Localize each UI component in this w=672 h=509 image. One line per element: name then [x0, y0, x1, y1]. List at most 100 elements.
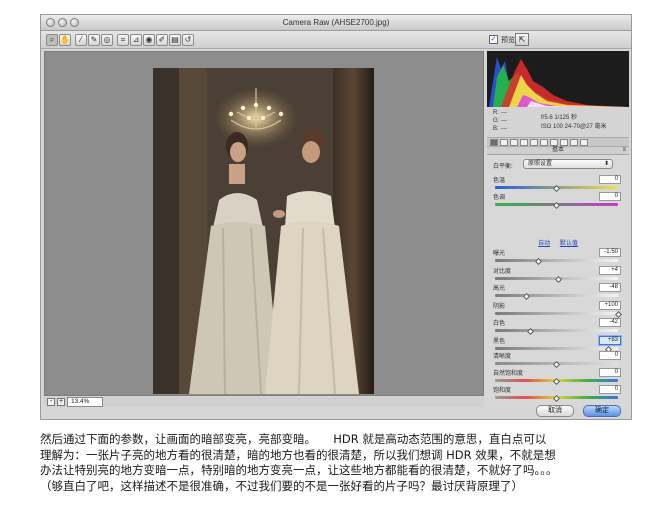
- slider-value-field[interactable]: 0: [599, 192, 621, 201]
- fullscreen-button[interactable]: ⇱: [515, 33, 529, 46]
- pixel-readout: R: --- G: --- B: --- f/5.6 1/125 秒 ISO 1…: [487, 107, 629, 137]
- slider-row: 曝光 -1.50: [487, 248, 629, 266]
- cancel-button[interactable]: 取消: [536, 405, 574, 417]
- tab-lens-corrections[interactable]: [540, 139, 548, 146]
- red-value: ---: [501, 110, 507, 116]
- blue-value: ---: [501, 126, 507, 132]
- slider-label: 高光: [493, 286, 506, 292]
- default-link[interactable]: 默认值: [560, 241, 578, 247]
- image-canvas[interactable]: [44, 51, 484, 396]
- white-balance-select[interactable]: 原照设置 ⬍: [523, 159, 613, 169]
- slider-value-field[interactable]: +83: [599, 335, 621, 345]
- slider-row: 清晰度 0: [487, 351, 629, 369]
- slider-value-field[interactable]: +100: [599, 300, 621, 310]
- slider-value-field[interactable]: 0: [599, 368, 621, 377]
- panel-tabs: [487, 137, 629, 147]
- tab-tone-curve[interactable]: [500, 139, 508, 146]
- article-line: 然后通过下面的参数，让画面的暗部变亮，亮部变暗。 HDR 就是高动态范围的意思，…: [40, 432, 547, 446]
- slider-value-field[interactable]: 0: [599, 175, 621, 184]
- slider-label: 对比度: [493, 268, 512, 275]
- color-sampler-tool-icon[interactable]: ✎: [88, 34, 100, 46]
- green-label: G:: [493, 118, 500, 124]
- ok-button[interactable]: 确定: [583, 405, 621, 417]
- slider-track[interactable]: [495, 259, 618, 262]
- blue-label: B:: [493, 126, 499, 132]
- camera-raw-window: Camera Raw (AHSE2700.jpg) ⌕ ✋ ⁄ ✎ ◎ ⌗ ⊿ …: [40, 14, 632, 420]
- panel-menu-icon[interactable]: ≡: [622, 147, 626, 154]
- slider-row: 色温 0: [487, 175, 629, 193]
- adjustment-brush-icon[interactable]: ✐: [156, 34, 168, 46]
- tab-snapshots[interactable]: [580, 139, 588, 146]
- zoom-bar: - + 13.4%: [44, 397, 484, 407]
- rotate-tool-icon[interactable]: ↺: [182, 34, 194, 46]
- chevron-updown-icon: ⬍: [603, 161, 609, 167]
- tool-bar: ⌕ ✋ ⁄ ✎ ◎ ⌗ ⊿ ◉ ✐ ▤ ↺ ✓ 预览 ⇱: [41, 31, 631, 49]
- red-label: R:: [493, 110, 499, 116]
- title-bar[interactable]: Camera Raw (AHSE2700.jpg): [41, 15, 631, 31]
- slider-row: 阴影 +100: [487, 300, 629, 318]
- slider-row: 黑色 +83: [487, 335, 629, 353]
- white-balance-tool-icon[interactable]: ⁄: [75, 34, 87, 46]
- slider-value-field[interactable]: -1.50: [599, 248, 621, 257]
- aperture-shutter: f/5.6 1/125 秒: [541, 115, 578, 121]
- slider-row: 高光 -48: [487, 283, 629, 301]
- slider-label: 色调: [493, 195, 506, 201]
- article-line: （够直白了吧，这样描述不是很准确，不过我们要的不是一张好看的片子吗？最讨厌背原理…: [40, 478, 523, 493]
- white-balance-label: 白平衡:: [493, 164, 513, 170]
- iso-lens: ISO 100 24-70@27 毫米: [541, 124, 607, 130]
- white-balance-value: 原照设置: [528, 161, 553, 167]
- slider-label: 曝光: [493, 251, 506, 257]
- tab-effects[interactable]: [550, 139, 558, 146]
- histogram: [487, 51, 629, 107]
- article-line: 理解为：一张片子亮的地方看的很清楚，暗的地方也看的很清楚，所以我们想调 HDR …: [40, 447, 556, 462]
- slider-track[interactable]: [495, 294, 618, 297]
- wedding-photo-image: [153, 68, 374, 394]
- tab-split-toning[interactable]: [530, 139, 538, 146]
- slider-label: 白色: [493, 321, 506, 327]
- slider-label: 清晰度: [493, 354, 512, 360]
- slider-label: 饱和度: [493, 388, 512, 394]
- slider-value-field[interactable]: -48: [599, 283, 621, 292]
- green-value: ---: [501, 118, 507, 124]
- slider-label: 自然饱和度: [493, 371, 524, 377]
- slider-track[interactable]: [495, 329, 618, 332]
- article-line: 办法让特别亮的地方变暗一点，特别暗的地方变亮一点，让这些地方都能看的很清楚，不就…: [40, 463, 558, 477]
- straighten-tool-icon[interactable]: ⊿: [130, 34, 142, 46]
- slider-thumb[interactable]: [534, 257, 542, 266]
- slider-row: 饱和度 0: [487, 385, 629, 403]
- zoom-out-button[interactable]: -: [47, 398, 55, 406]
- graduated-filter-icon[interactable]: ▤: [169, 34, 181, 46]
- slider-row: 色调 0: [487, 192, 629, 210]
- basic-section-header: 基本 ≡: [487, 147, 629, 155]
- targeted-adjustment-tool-icon[interactable]: ◎: [101, 34, 113, 46]
- tab-camera-calibration[interactable]: [560, 139, 568, 146]
- bride-photo: [153, 68, 374, 394]
- slider-value-field[interactable]: 0: [599, 385, 621, 394]
- hand-tool-icon[interactable]: ✋: [59, 34, 71, 46]
- slider-label: 色温: [493, 178, 506, 184]
- auto-link[interactable]: 自动: [538, 241, 550, 247]
- preview-checkbox[interactable]: ✓: [489, 35, 498, 44]
- preview-label: 预览: [501, 37, 515, 44]
- slider-track[interactable]: [495, 311, 618, 315]
- tab-detail[interactable]: [510, 139, 518, 146]
- histogram-graph: [489, 57, 627, 107]
- tab-hsl[interactable]: [520, 139, 528, 146]
- tab-basic[interactable]: [490, 139, 498, 146]
- zoom-level-select[interactable]: 13.4%: [67, 397, 103, 407]
- adjustment-panel: R: --- G: --- B: --- f/5.6 1/125 秒 ISO 1…: [487, 51, 629, 407]
- section-title: 基本: [551, 147, 564, 153]
- slider-value-field[interactable]: 0: [599, 351, 621, 360]
- slider-track[interactable]: [495, 346, 618, 350]
- window-title: Camera Raw (AHSE2700.jpg): [282, 18, 390, 27]
- tab-presets[interactable]: [570, 139, 578, 146]
- slider-value-field[interactable]: -42: [599, 318, 621, 327]
- slider-row: 白色 -42: [487, 318, 629, 336]
- slider-label: 阴影: [493, 303, 506, 310]
- zoom-tool-icon[interactable]: ⌕: [46, 34, 58, 46]
- slider-label: 黑色: [493, 338, 506, 345]
- zoom-in-button[interactable]: +: [57, 398, 65, 406]
- crop-tool-icon[interactable]: ⌗: [117, 34, 129, 46]
- slider-value-field[interactable]: +4: [599, 265, 621, 275]
- red-eye-tool-icon[interactable]: ◉: [143, 34, 155, 46]
